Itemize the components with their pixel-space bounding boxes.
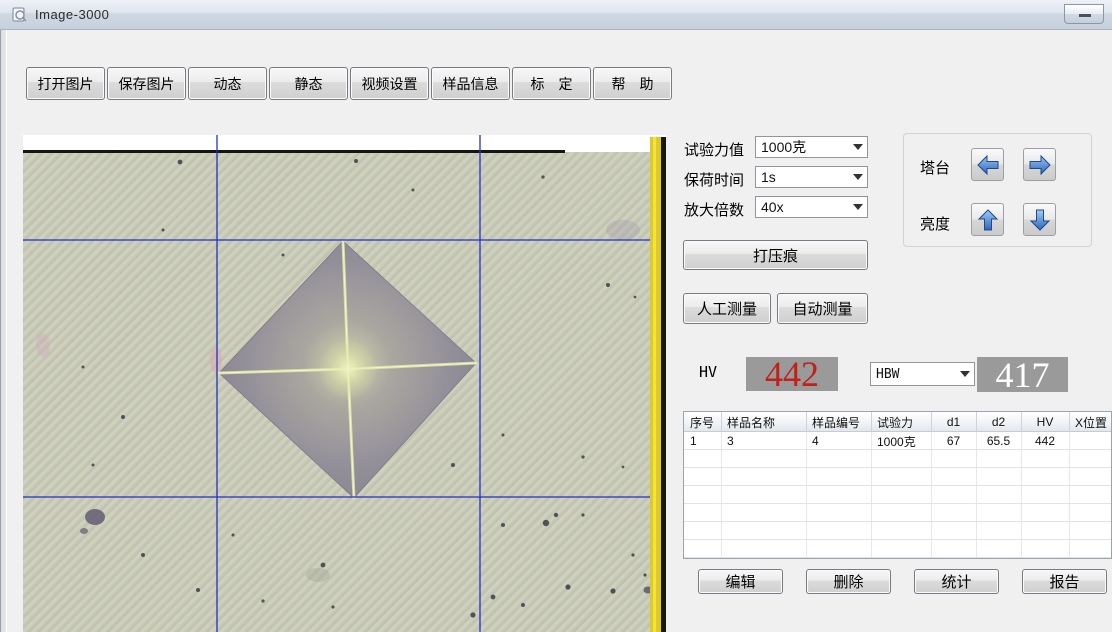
col-header-hv[interactable]: HV [1021, 412, 1069, 432]
hardness-scale-value: HBW [876, 367, 899, 382]
make-indent-button[interactable]: 打压痕 [683, 240, 868, 270]
indentation-image [23, 135, 666, 632]
converted-value-display: 417 [977, 357, 1068, 392]
empty-row [684, 486, 1111, 504]
results-table: 序号 样品名称 样品编号 试验力 d1 d2 HV X位置 1 3 4 1000… [683, 411, 1112, 559]
hold-time-select[interactable]: 1s [755, 166, 868, 188]
magnification-select[interactable]: 40x [755, 196, 868, 218]
manual-measure-button[interactable]: 人工测量 [683, 293, 771, 324]
col-header-index[interactable]: 序号 [684, 412, 721, 432]
turret-label: 塔台 [920, 157, 950, 178]
title-bar: Image-3000 [0, 0, 1112, 30]
brightness-label: 亮度 [920, 213, 950, 234]
toolbar-button-static[interactable]: 静态 [269, 67, 348, 100]
cell-d2[interactable]: 65.5 [976, 432, 1021, 450]
chevron-down-icon [853, 144, 863, 150]
magnification-value: 40x [761, 199, 784, 215]
app-window: Image-3000 打开图片 保存图片 动态 静态 视频设置 样品信息 标 定… [0, 0, 1112, 632]
cell-d1[interactable]: 67 [931, 432, 976, 450]
toolbar-button-video-settings[interactable]: 视频设置 [350, 67, 429, 100]
report-button[interactable]: 报告 [1022, 569, 1107, 594]
window-left-border [0, 30, 7, 632]
cell-sample-name[interactable]: 3 [721, 432, 806, 450]
right-arrow-icon [1028, 153, 1052, 177]
auto-measure-button[interactable]: 自动测量 [777, 293, 868, 324]
col-header-d2[interactable]: d2 [976, 412, 1021, 432]
hv-label: HV [699, 363, 717, 381]
test-force-label: 试验力值 [684, 139, 744, 160]
empty-row [684, 504, 1111, 522]
toolbar-button-open-image[interactable]: 打开图片 [26, 67, 105, 100]
col-header-d1[interactable]: d1 [931, 412, 976, 432]
toolbar-button-sample-info[interactable]: 样品信息 [431, 67, 510, 100]
brightness-up-button[interactable] [971, 203, 1004, 236]
col-header-sample-name[interactable]: 样品名称 [721, 412, 806, 432]
turret-right-button[interactable] [1023, 148, 1056, 181]
col-header-x-position[interactable]: X位置 [1069, 412, 1112, 432]
empty-row [684, 540, 1111, 558]
toolbar-button-save-image[interactable]: 保存图片 [107, 67, 186, 100]
delete-button[interactable]: 删除 [806, 569, 891, 594]
empty-row [684, 522, 1111, 540]
cell-x-position[interactable] [1069, 432, 1112, 450]
edit-button[interactable]: 编辑 [698, 569, 783, 594]
table-row[interactable]: 1 3 4 1000克 67 65.5 442 [684, 432, 1111, 450]
window-title: Image-3000 [35, 7, 109, 22]
brightness-down-button[interactable] [1023, 203, 1056, 236]
cell-index[interactable]: 1 [684, 432, 721, 450]
minimize-icon [1079, 14, 1091, 17]
table-header: 序号 样品名称 样品编号 试验力 d1 d2 HV X位置 [684, 412, 1111, 432]
test-force-value: 1000克 [761, 137, 806, 157]
magnification-label: 放大倍数 [684, 199, 744, 220]
hv-value-display: 442 [746, 357, 838, 391]
toolbar-button-calibration[interactable]: 标 定 [512, 67, 591, 100]
down-arrow-icon [1028, 208, 1052, 232]
cell-test-force[interactable]: 1000克 [871, 432, 931, 450]
turret-left-button[interactable] [971, 148, 1004, 181]
col-header-test-force[interactable]: 试验力 [871, 412, 931, 432]
hold-time-label: 保荷时间 [684, 169, 744, 190]
chevron-down-icon [960, 371, 970, 377]
minimize-button[interactable] [1064, 4, 1104, 24]
chevron-down-icon [853, 174, 863, 180]
col-header-sample-no[interactable]: 样品编号 [806, 412, 871, 432]
toolbar-button-help[interactable]: 帮 助 [593, 67, 672, 100]
toolbar-button-dynamic[interactable]: 动态 [188, 67, 267, 100]
hold-time-value: 1s [761, 169, 776, 185]
up-arrow-icon [976, 208, 1000, 232]
chevron-down-icon [853, 204, 863, 210]
left-arrow-icon [976, 153, 1000, 177]
cell-sample-no[interactable]: 4 [806, 432, 871, 450]
app-icon [12, 7, 28, 23]
empty-row [684, 450, 1111, 468]
microscope-image[interactable] [23, 135, 666, 632]
empty-row [684, 468, 1111, 486]
cell-hv[interactable]: 442 [1021, 432, 1069, 450]
stats-button[interactable]: 统计 [914, 569, 999, 594]
hardness-scale-select[interactable]: HBW [870, 362, 975, 386]
test-force-select[interactable]: 1000克 [755, 136, 868, 158]
